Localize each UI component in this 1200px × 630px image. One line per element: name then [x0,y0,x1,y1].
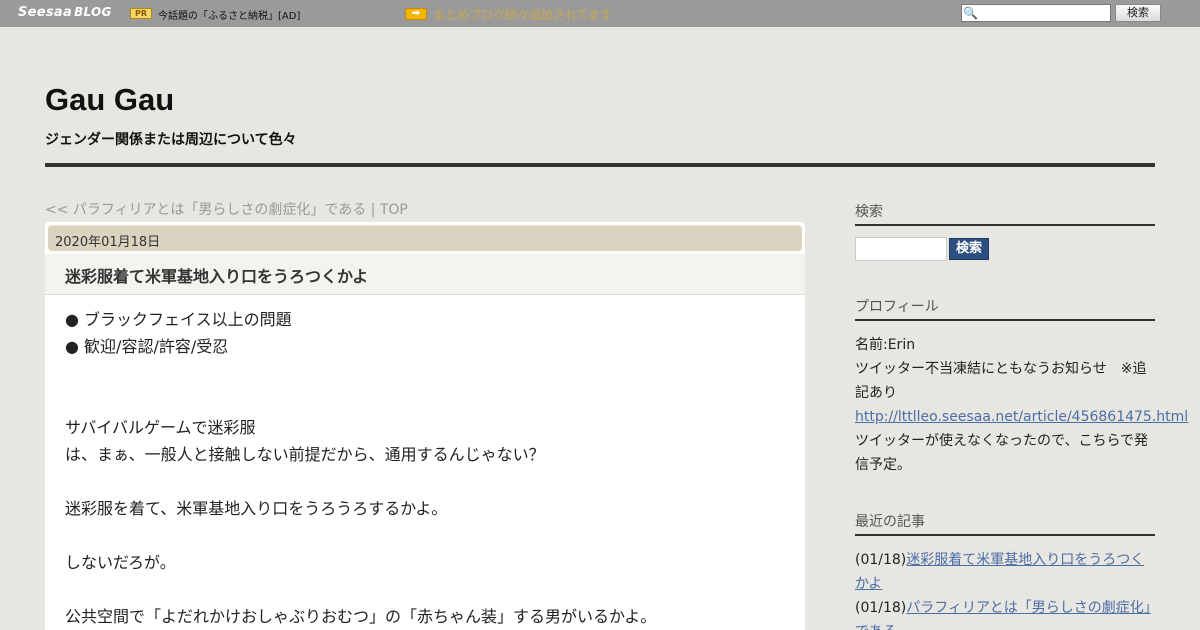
article-paragraph [65,576,785,603]
sidebar-recent-heading: 最近の記事 [855,511,1155,536]
article: 2020年01月18日 迷彩服着て米軍基地入り口をうろつくかよ ● ブラックフェ… [45,222,805,630]
article-title[interactable]: 迷彩服着て米軍基地入り口をうろつくかよ [65,263,368,287]
topbar-search-input[interactable] [980,6,1108,20]
pr-badge: PR [130,8,152,19]
topbar-search-button[interactable]: 検索 [1115,4,1161,22]
blog-title[interactable]: Gau Gau [45,82,174,118]
article-paragraph: サバイバルゲームで迷彩服 [65,418,256,437]
magnifier-icon: 🔍 [963,6,978,20]
article-paragraph: ● ブラックフェイス以上の問題 [65,310,292,329]
topbar-search-box[interactable]: 🔍 [961,4,1111,22]
article-paragraph: 迷彩服を着て、米軍基地入り口をうろうろするかよ。 [65,499,448,518]
article-paragraph [65,387,785,414]
recent-item: (01/18)迷彩服着て米軍基地入り口をうろつくかよ [855,548,1155,596]
article-paragraph: 公共空間で「よだれかけおしゃぶりおむつ」の「赤ちゃん装」する男がいるかよ。 [65,607,657,626]
sidebar-search: 検索 検索 [855,201,1155,261]
logo-seesaa-text: Seesaa [18,5,73,20]
recent-item: (01/18)パラフィリアとは「男らしさの劇症化」である [855,596,1155,630]
top-link[interactable]: TOP [380,202,408,218]
article-paragraph [65,360,785,387]
breadcrumb: << パラフィリアとは「男らしさの劇症化」である | TOP [45,199,408,219]
article-body: ● ブラックフェイス以上の問題 ● 歓迎/容認/許容/受忍サバイバルゲームで迷彩服… [65,306,785,630]
sidebar-search-button[interactable]: 検索 [949,238,989,260]
seesaa-blog-logo[interactable]: Seesaa BLOG [18,5,112,20]
breadcrumb-separator: | [366,202,380,218]
blog-description: ジェンダー関係または周辺について色々 [45,132,297,148]
profile-after-link: ツイッターが使えなくなったので、こちらで発信予定。 [855,433,1149,473]
sidebar-profile-heading: プロフィール [855,296,1155,321]
article-paragraph: は、まぁ、一般人と接触しない前提だから、通用するんじゃない？ [65,445,545,464]
arrow-right-icon: ➡ [405,8,427,20]
article-paragraph: しないだろが。 [65,553,176,572]
article-date-bar: 2020年01月18日 [48,225,802,251]
recent-item-date: (01/18) [855,600,907,616]
article-paragraph [65,468,785,495]
ad-link[interactable]: 今話題の「ふるさと納税」[AD] [158,7,300,22]
prev-article-link[interactable]: << パラフィリアとは「男らしさの劇症化」である [45,202,366,218]
article-paragraph [65,522,785,549]
article-title-bar: 迷彩服着て米軍基地入り口をうろつくかよ [45,254,805,295]
sidebar-search-input[interactable] [855,237,947,261]
article-paragraph: ● 歓迎/容認/許容/受忍 [65,337,229,356]
profile-notice-link[interactable]: http://lttlleo.seesaa.net/article/456861… [855,409,1188,425]
news-link[interactable]: まとめブログ続々追加されてます [433,6,612,23]
profile-name: 名前:Erin [855,337,916,353]
logo-blog-text: BLOG [74,5,112,19]
sidebar-search-heading: 検索 [855,201,1155,226]
profile-notice: ツイッター不当凍結にともなうお知らせ ※追記あり [855,361,1147,401]
article-date: 2020年01月18日 [55,235,161,250]
sidebar-recent: 最近の記事 (01/18)迷彩服着て米軍基地入り口をうろつくかよ (01/18)… [855,511,1155,630]
seesaa-topbar: Seesaa BLOG PR 今話題の「ふるさと納税」[AD] ➡ まとめブログ続… [0,0,1200,27]
sidebar-profile: プロフィール 名前:Erin ツイッター不当凍結にともなうお知らせ ※追記あり … [855,296,1188,477]
header-divider [45,163,1155,167]
recent-item-date: (01/18) [855,552,907,568]
